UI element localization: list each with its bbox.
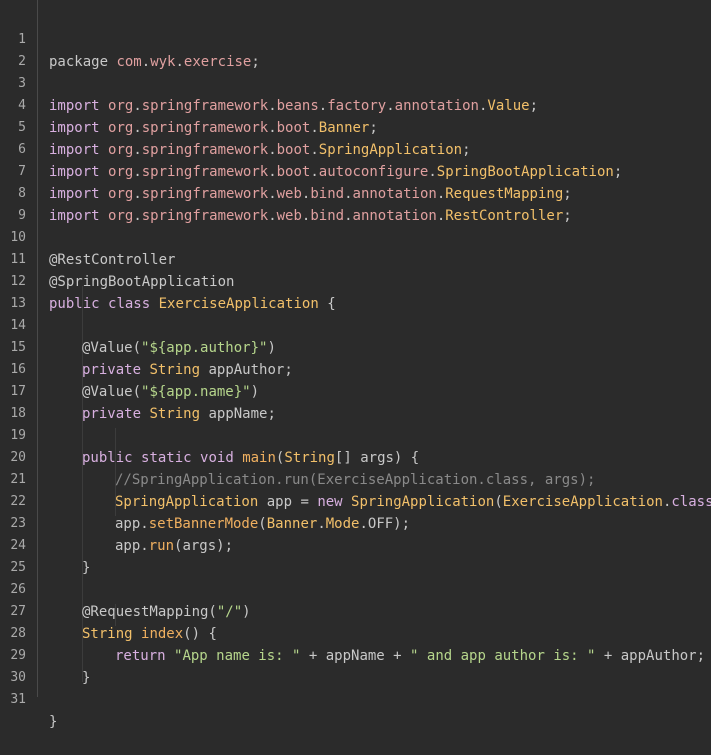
code-line[interactable]: 12 public class ExerciseApplication { (0, 249, 711, 312)
code-line[interactable]: 13 (0, 271, 711, 311)
code-line[interactable]: 30 (0, 645, 711, 685)
code-line[interactable]: 3 import org.springframework.beans.facto… (0, 51, 711, 114)
code-text: } (49, 714, 58, 730)
code-line[interactable]: 16 @Value("${app.name}") (0, 337, 711, 400)
code-line[interactable]: 4 import org.springframework.boot.Banner… (0, 73, 711, 136)
code-line[interactable]: 26 @RequestMapping("/") (0, 557, 711, 620)
code-line[interactable]: 20 //SpringApplication.run(ExerciseAppli… (0, 425, 711, 488)
code-editor[interactable]: 1 package com.wyk.exercise; 2 3 import o… (0, 0, 711, 730)
code-line[interactable]: 23 app.run(args); (0, 491, 711, 554)
code-line[interactable]: 5 import org.springframework.boot.Spring… (0, 95, 711, 158)
code-line[interactable]: 18 (0, 381, 711, 421)
code-line[interactable]: 10 @RestController (0, 205, 711, 268)
code-line[interactable]: 8 import org.springframework.web.bind.an… (0, 161, 711, 224)
code-line[interactable]: 7 import org.springframework.web.bind.an… (0, 139, 711, 202)
code-line[interactable]: 27 String index() { (0, 579, 711, 642)
line-number: 31 (10, 692, 26, 707)
code-line[interactable]: 25 (0, 535, 711, 575)
code-line[interactable]: 11 @SpringBootApplication (0, 227, 711, 290)
code-line[interactable]: 29 } (0, 623, 711, 686)
code-line[interactable]: 14 @Value("${app.author}") (0, 293, 711, 356)
code-line[interactable]: 21 SpringApplication app = new SpringApp… (0, 447, 711, 510)
code-line[interactable]: 22 app.setBannerMode(Banner.Mode.OFF); (0, 469, 711, 532)
code-line[interactable]: 24 } (0, 513, 711, 576)
code-line[interactable]: 6 import org.springframework.boot.autoco… (0, 117, 711, 180)
code-line[interactable]: 1 package com.wyk.exercise; (0, 7, 711, 70)
code-line[interactable]: 17 private String appName; (0, 359, 711, 422)
code-line[interactable]: 9 (0, 183, 711, 223)
code-line[interactable]: 31 } (0, 667, 711, 730)
code-line[interactable]: 2 (0, 29, 711, 69)
code-line[interactable]: 15 private String appAuthor; (0, 315, 711, 378)
code-line[interactable]: 19 public static void main(String[] args… (0, 403, 711, 466)
code-line[interactable]: 28 return "App name is: " + appName + " … (0, 601, 711, 664)
